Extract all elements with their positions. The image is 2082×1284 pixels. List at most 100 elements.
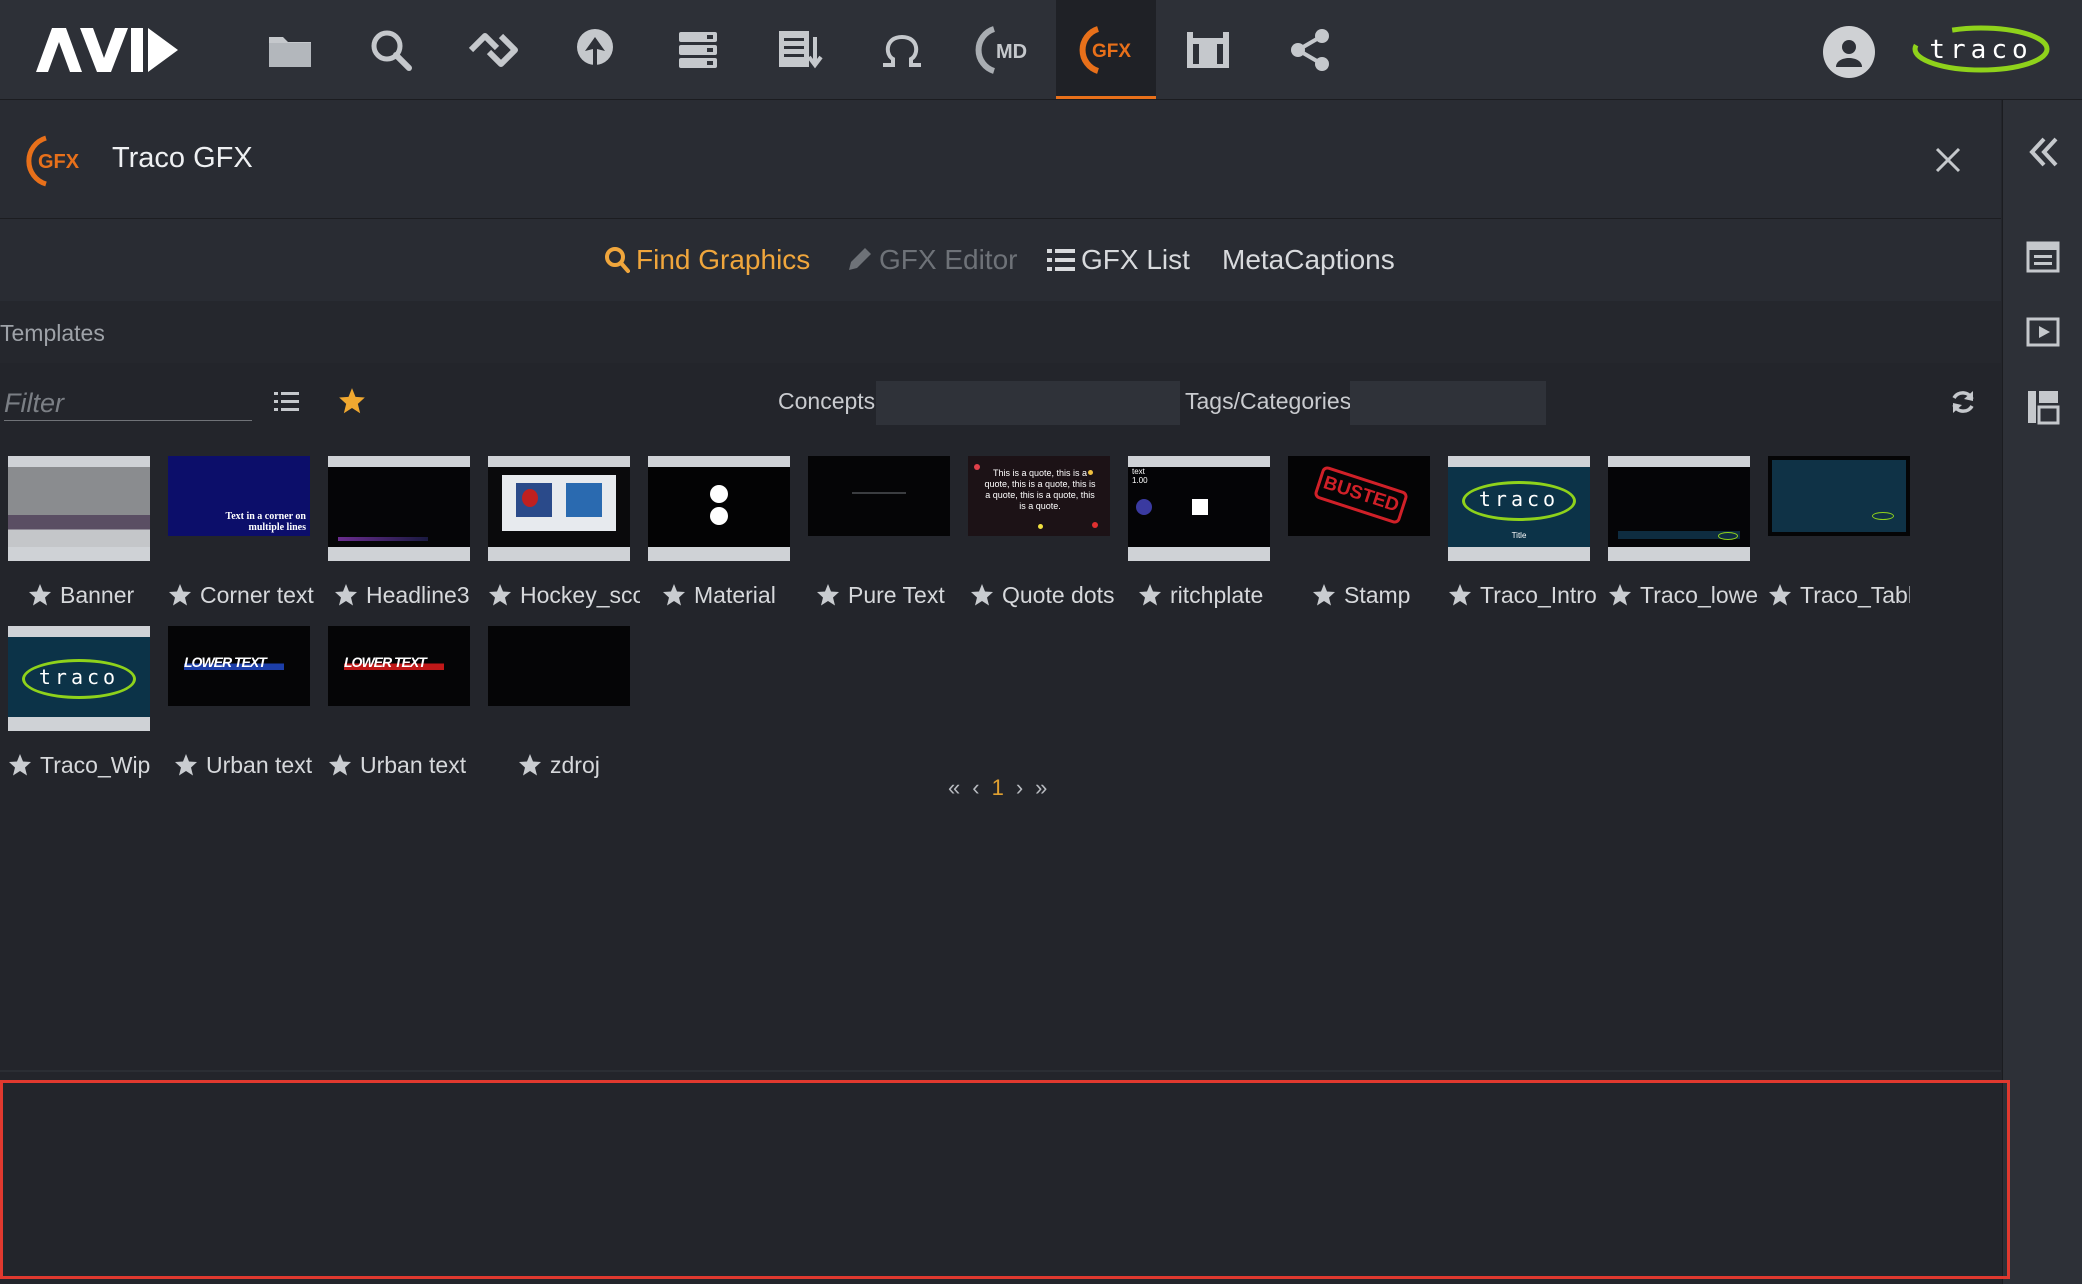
favorite-star-icon[interactable] — [518, 753, 542, 777]
md-icon-label: MD — [996, 41, 1027, 63]
tab-metacaptions[interactable]: MetaCaptions — [1222, 219, 1395, 301]
share-icon[interactable] — [1260, 0, 1360, 99]
refresh-icon[interactable] — [1950, 389, 1976, 420]
favorite-star-icon[interactable] — [334, 583, 358, 607]
concepts-input[interactable] — [876, 381, 1180, 425]
tags-categories-label: Tags/Categories — [1185, 388, 1352, 414]
gfx-logo-text: GFX — [38, 151, 80, 173]
template-name: Traco_Table — [1800, 581, 1910, 608]
favorite-star-icon[interactable] — [816, 583, 840, 607]
favorite-star-icon[interactable] — [970, 583, 994, 607]
traco-logo: traco — [1912, 25, 2050, 73]
template-thumbnail — [1608, 456, 1750, 561]
favorite-star-icon[interactable] — [168, 583, 192, 607]
media-player-icon[interactable] — [2003, 302, 2082, 362]
template-thumbnail — [488, 626, 630, 706]
template-thumbnail: BUSTED — [1288, 456, 1430, 536]
folder-icon[interactable] — [240, 0, 340, 99]
rundown-icon[interactable] — [750, 0, 850, 99]
list-icon — [1047, 247, 1075, 273]
link-icon[interactable] — [443, 0, 543, 99]
tab-gfx-editor-label: GFX Editor — [879, 244, 1018, 275]
template-name: Urban text 2 — [360, 751, 470, 778]
search-icon — [604, 246, 630, 274]
section-bar — [0, 301, 2001, 363]
collapse-chevron-icon[interactable] — [2003, 122, 2082, 182]
tab-find-graphics[interactable]: Find Graphics — [604, 219, 810, 301]
favorite-star-icon[interactable] — [1768, 583, 1792, 607]
template-thumbnail — [488, 456, 630, 561]
tab-gfx-list-label: GFX List — [1081, 244, 1190, 275]
document-panel-icon[interactable] — [2003, 227, 2082, 287]
tree-icon[interactable] — [545, 0, 645, 99]
thumbnail-caption: BUSTED — [1312, 464, 1410, 526]
thumbnail-caption: LOWER TEXT — [344, 654, 444, 670]
thumbnail-caption: This is a quote, this is a quote, this i… — [984, 468, 1096, 511]
template-name: Traco_Wipe — [40, 751, 150, 778]
favorite-star-icon[interactable] — [1312, 583, 1336, 607]
filter-input[interactable] — [4, 386, 252, 421]
favorite-star-icon[interactable] — [1448, 583, 1472, 607]
md-icon[interactable]: MD — [954, 0, 1054, 99]
template-name: ritchplate — [1170, 581, 1264, 608]
gfx-icon[interactable]: GFX — [1056, 0, 1156, 99]
template-name: Urban text — [206, 751, 313, 778]
pagination-first[interactable]: « — [948, 775, 960, 801]
template-name: Stamp — [1344, 581, 1411, 608]
favorite-star-icon[interactable] — [662, 583, 686, 607]
favorite-star-icon[interactable] — [28, 583, 52, 607]
favorite-star-icon[interactable] — [1138, 583, 1162, 607]
section-title: Templates — [0, 320, 105, 346]
thumbnail-subcaption: Title — [1511, 531, 1527, 540]
tab-gfx-editor[interactable]: GFX Editor — [845, 219, 1017, 301]
thumbnail-caption: LOWER TEXT — [184, 654, 284, 670]
favorite-star-icon[interactable] — [1608, 583, 1632, 607]
pagination-next[interactable]: › — [1016, 775, 1023, 801]
template-name: zdroj — [550, 751, 600, 778]
panel-title: Traco GFX — [112, 142, 253, 174]
template-thumbnail: text 1.00 — [1128, 456, 1270, 561]
favorites-star-icon[interactable] — [338, 387, 366, 420]
selection-highlight-box — [0, 1080, 2010, 1279]
template-name: Headline3 — [366, 581, 470, 608]
thumbnail-caption: traco — [38, 665, 120, 689]
pagination-last[interactable]: » — [1035, 775, 1047, 801]
gfx-icon-label: GFX — [1092, 41, 1131, 62]
favorite-star-icon[interactable] — [174, 753, 198, 777]
close-button[interactable] — [1928, 140, 1968, 180]
list-view-icon[interactable] — [274, 390, 300, 419]
tags-categories-input[interactable] — [1350, 381, 1546, 425]
template-thumbnail: This is a quote, this is a quote, this i… — [968, 456, 1110, 536]
favorite-star-icon[interactable] — [488, 583, 512, 607]
template-name: Banner — [60, 581, 135, 608]
panel-divider — [0, 1070, 2001, 1072]
layout-panel-icon[interactable] — [2003, 377, 2082, 437]
template-thumbnail: LOWER TEXT — [328, 626, 470, 706]
template-thumbnail: Text in a corner on multiple lines — [168, 456, 310, 536]
template-thumbnail — [1768, 456, 1910, 536]
template-name: Traco_lower — [1640, 581, 1758, 608]
pagination-current-page[interactable]: 1 — [992, 775, 1004, 801]
search-icon[interactable] — [341, 0, 441, 99]
pagination-prev[interactable]: ‹ — [972, 775, 979, 801]
user-icon — [1836, 40, 1862, 67]
favorite-star-icon[interactable] — [328, 753, 352, 777]
user-avatar[interactable] — [1823, 26, 1875, 78]
pagination: « ‹ 1 › » — [948, 775, 1047, 801]
thumbnail-caption: Text in a corner on multiple lines — [225, 511, 306, 533]
production-icon[interactable] — [1158, 0, 1258, 99]
template-thumbnail — [808, 456, 950, 536]
template-thumbnail: LOWER TEXT — [168, 626, 310, 706]
tab-metacaptions-label: MetaCaptions — [1222, 244, 1395, 275]
tab-gfx-list[interactable]: GFX List — [1047, 219, 1190, 301]
tabs-bar: Find Graphics GFX Editor GFX List MetaCa… — [0, 219, 2001, 301]
pencil-icon — [845, 246, 873, 274]
favorite-star-icon[interactable] — [8, 753, 32, 777]
panel-header — [0, 100, 2001, 219]
template-thumbnail: traco Title — [1448, 456, 1590, 561]
traco-logo-text: traco — [1929, 35, 2032, 65]
omega-icon[interactable] — [852, 0, 952, 99]
storage-icon[interactable] — [648, 0, 748, 99]
template-name: Quote dots — [1002, 581, 1115, 608]
template-thumbnail: traco — [8, 626, 150, 731]
